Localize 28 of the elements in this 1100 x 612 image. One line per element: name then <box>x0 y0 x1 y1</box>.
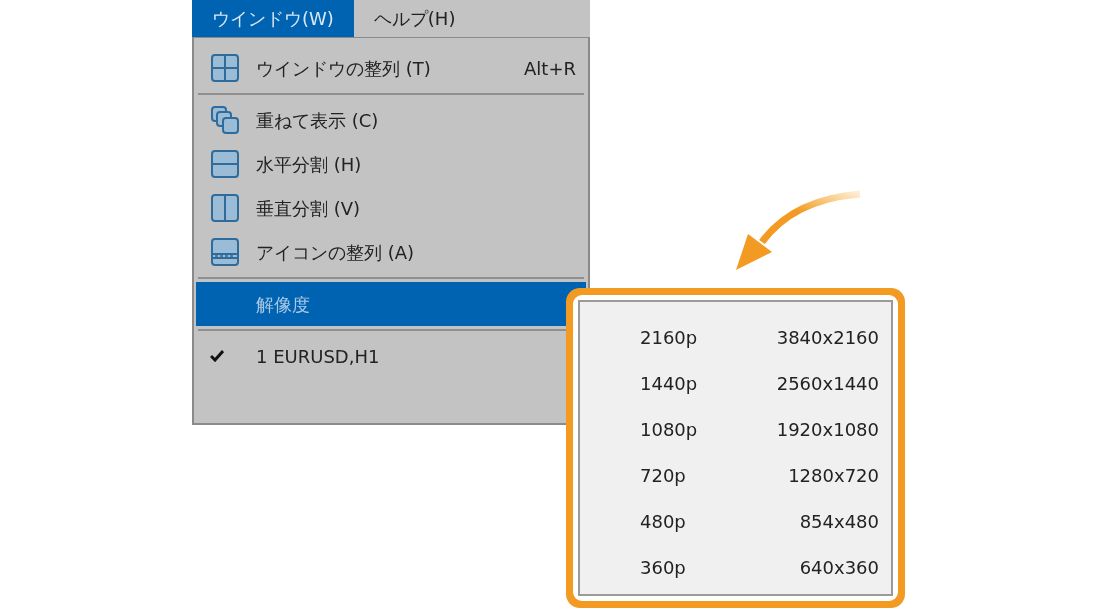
resolution-name[interactable]: 360p <box>640 553 800 581</box>
menu-item[interactable]: 垂直分割 (V) <box>196 186 586 230</box>
resolution-name[interactable]: 720p <box>640 461 789 489</box>
menu-bar-item[interactable]: ウインドウ(W) <box>192 0 354 37</box>
menu-item[interactable]: アイコンの整列 (A) <box>196 230 586 274</box>
resolution-name[interactable]: 1080p <box>640 415 777 443</box>
menu-item[interactable]: ウインドウの整列 (T) Alt+R <box>196 46 586 90</box>
menu-bar-item[interactable]: ヘルプ(H) <box>353 0 476 37</box>
menu-item[interactable]: 水平分割 (H) <box>196 142 586 186</box>
resolution-size[interactable]: 1920x1080 <box>776 415 879 443</box>
horizontal-split-icon <box>210 149 240 179</box>
checkmark-icon <box>210 350 224 362</box>
vertical-split-icon <box>210 193 240 223</box>
menu-item[interactable]: 重ねて表示 (C) <box>196 98 586 142</box>
grid-icon <box>210 53 240 83</box>
resolution-size[interactable]: 854x480 <box>799 507 879 535</box>
resolution-size[interactable]: 3840x2160 <box>776 323 879 351</box>
window-icon <box>210 237 240 267</box>
resolution-size[interactable]: 1280x720 <box>788 461 879 489</box>
resolution-name[interactable]: 2160p <box>640 323 777 351</box>
resolution-name[interactable]: 1440p <box>640 369 777 397</box>
shortcut-label: Alt+R <box>524 56 576 81</box>
resolution-size[interactable]: 2560x1440 <box>776 369 879 397</box>
stacked-squares-icon <box>210 105 240 135</box>
resolution-size[interactable]: 640x360 <box>799 553 879 581</box>
menu-item[interactable]: 1 EURUSD,H1 <box>196 334 586 378</box>
resolution-name[interactable]: 480p <box>640 507 800 535</box>
menu-item[interactable]: 解像度 <box>196 282 586 326</box>
